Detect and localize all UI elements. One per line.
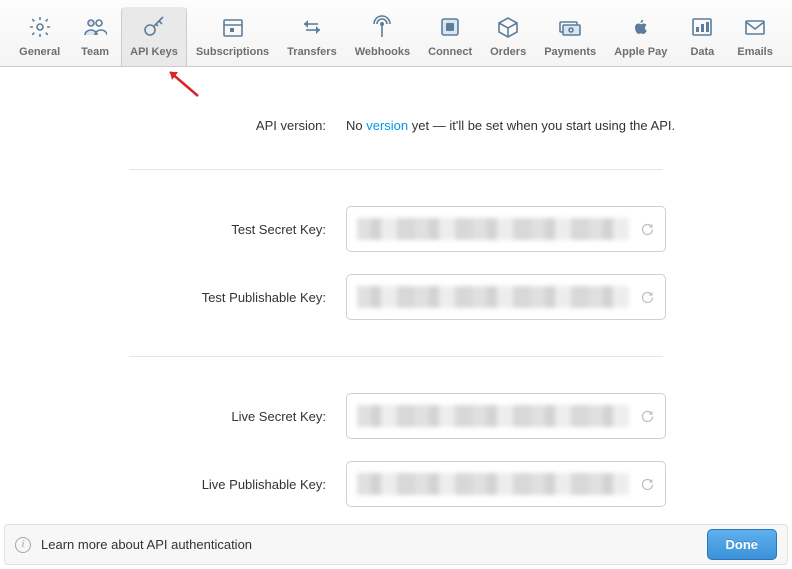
live-publishable-label: Live Publishable Key: bbox=[66, 477, 346, 492]
refresh-icon[interactable] bbox=[639, 476, 655, 492]
people-icon bbox=[82, 14, 108, 40]
test-secret-keybox[interactable] bbox=[346, 206, 666, 252]
test-publishable-key-obscured bbox=[357, 286, 629, 308]
connect-icon bbox=[437, 14, 463, 40]
box-icon bbox=[495, 14, 521, 40]
tab-label: General bbox=[19, 46, 60, 58]
info-icon: i bbox=[15, 537, 31, 553]
done-button[interactable]: Done bbox=[707, 529, 778, 560]
broadcast-icon bbox=[369, 14, 395, 40]
test-secret-label: Test Secret Key: bbox=[66, 222, 346, 237]
tab-connect[interactable]: Connect bbox=[419, 7, 481, 66]
refresh-icon[interactable] bbox=[639, 289, 655, 305]
api-version-prefix: No bbox=[346, 118, 366, 133]
test-secret-key-obscured bbox=[357, 218, 629, 240]
live-publishable-row: Live Publishable Key: bbox=[66, 450, 726, 518]
envelope-icon bbox=[742, 14, 768, 40]
settings-tabbar: General Team API Keys Subscriptions Tran… bbox=[0, 0, 792, 67]
live-secret-key-obscured bbox=[357, 405, 629, 427]
transfers-icon bbox=[299, 14, 325, 40]
live-publishable-keybox[interactable] bbox=[346, 461, 666, 507]
tab-subscriptions[interactable]: Subscriptions bbox=[187, 7, 278, 66]
key-icon bbox=[141, 14, 167, 40]
api-version-suffix: yet — it'll be set when you start using … bbox=[408, 118, 675, 133]
tab-api-keys[interactable]: API Keys bbox=[121, 7, 187, 66]
live-secret-label: Live Secret Key: bbox=[66, 409, 346, 424]
divider bbox=[129, 356, 663, 357]
tab-webhooks[interactable]: Webhooks bbox=[346, 7, 419, 66]
api-version-row: API version: No version yet — it'll be s… bbox=[66, 107, 726, 144]
api-version-value: No version yet — it'll be set when you s… bbox=[346, 118, 726, 133]
chart-icon bbox=[689, 14, 715, 40]
tab-emails[interactable]: Emails bbox=[728, 7, 781, 66]
cash-icon bbox=[557, 14, 583, 40]
tab-label: Apple Pay bbox=[614, 46, 667, 58]
tab-label: Orders bbox=[490, 46, 526, 58]
test-publishable-keybox[interactable] bbox=[346, 274, 666, 320]
tab-orders[interactable]: Orders bbox=[481, 7, 535, 66]
tab-label: Team bbox=[81, 46, 109, 58]
live-secret-keybox[interactable] bbox=[346, 393, 666, 439]
tab-payments[interactable]: Payments bbox=[535, 7, 605, 66]
tab-label: Emails bbox=[737, 46, 772, 58]
calendar-icon bbox=[220, 14, 246, 40]
refresh-icon[interactable] bbox=[639, 221, 655, 237]
tab-label: Payments bbox=[544, 46, 596, 58]
footer-bar: i Learn more about API authentication Do… bbox=[4, 524, 788, 565]
refresh-icon[interactable] bbox=[639, 408, 655, 424]
tab-transfers[interactable]: Transfers bbox=[278, 7, 346, 66]
api-keys-panel: API version: No version yet — it'll be s… bbox=[0, 67, 792, 518]
tab-label: Transfers bbox=[287, 46, 337, 58]
tab-label: Connect bbox=[428, 46, 472, 58]
tab-team[interactable]: Team bbox=[69, 7, 121, 66]
live-secret-row: Live Secret Key: bbox=[66, 382, 726, 450]
api-version-link[interactable]: version bbox=[366, 118, 408, 133]
tab-data[interactable]: Data bbox=[676, 7, 728, 66]
tab-label: Webhooks bbox=[355, 46, 410, 58]
test-secret-row: Test Secret Key: bbox=[66, 195, 726, 263]
footer-info-link[interactable]: Learn more about API authentication bbox=[41, 537, 252, 552]
test-publishable-row: Test Publishable Key: bbox=[66, 263, 726, 331]
tab-label: API Keys bbox=[130, 46, 178, 58]
tab-general[interactable]: General bbox=[10, 7, 69, 66]
live-publishable-key-obscured bbox=[357, 473, 629, 495]
tab-label: Subscriptions bbox=[196, 46, 269, 58]
apple-icon bbox=[628, 14, 654, 40]
divider bbox=[129, 169, 663, 170]
tab-apple-pay[interactable]: Apple Pay bbox=[605, 7, 676, 66]
gear-icon bbox=[27, 14, 53, 40]
api-version-label: API version: bbox=[66, 118, 346, 133]
test-publishable-label: Test Publishable Key: bbox=[66, 290, 346, 305]
tab-label: Data bbox=[690, 46, 714, 58]
